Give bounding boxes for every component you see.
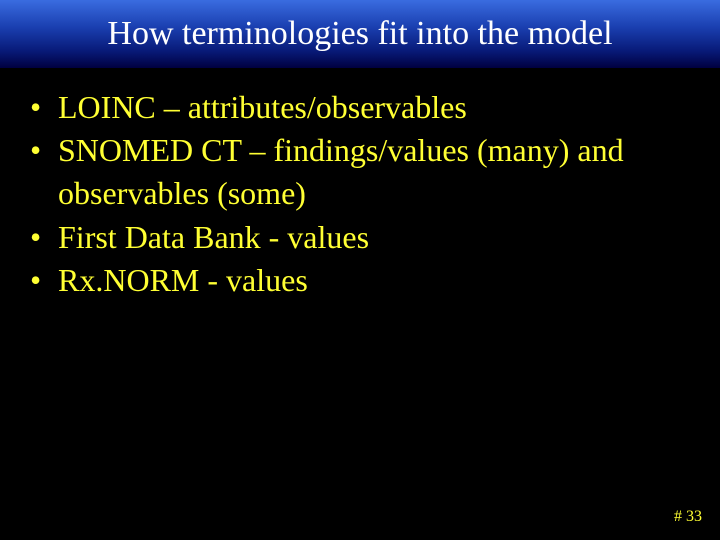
title-bar: How terminologies fit into the model [0, 0, 720, 68]
bullet-text: SNOMED CT – findings/values (many) and o… [58, 132, 624, 211]
slide: How terminologies fit into the model LOI… [0, 0, 720, 540]
bullet-text: Rx.NORM - values [58, 262, 308, 298]
slide-title: How terminologies fit into the model [107, 15, 612, 52]
bullet-text: First Data Bank - values [58, 219, 369, 255]
list-item: SNOMED CT – findings/values (many) and o… [30, 129, 690, 215]
slide-body: LOINC – attributes/observables SNOMED CT… [0, 68, 720, 302]
bullet-list: LOINC – attributes/observables SNOMED CT… [30, 86, 690, 302]
list-item: First Data Bank - values [30, 216, 690, 259]
list-item: LOINC – attributes/observables [30, 86, 690, 129]
slide-number: # 33 [674, 508, 702, 526]
bullet-text: LOINC – attributes/observables [58, 89, 467, 125]
list-item: Rx.NORM - values [30, 259, 690, 302]
